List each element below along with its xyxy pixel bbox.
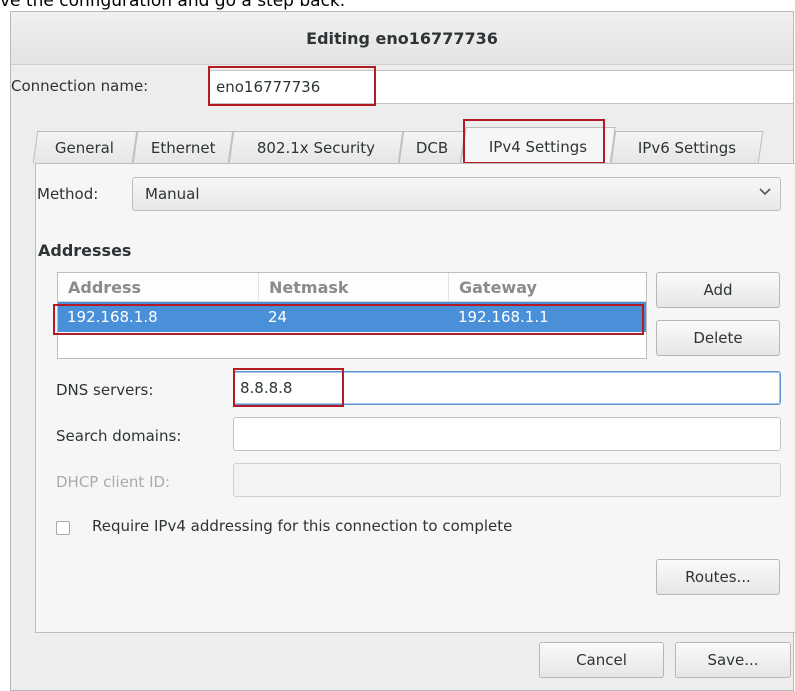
dhcp-client-id-label: DHCP client ID:: [56, 473, 171, 491]
tab-ipv4-settings[interactable]: IPv4 Settings: [460, 127, 616, 165]
add-address-button[interactable]: Add: [656, 272, 780, 308]
cancel-button[interactable]: Cancel: [539, 642, 664, 678]
save-button[interactable]: Save...: [675, 642, 791, 678]
addresses-title: Addresses: [38, 241, 132, 260]
connection-name-value: eno16777736: [216, 78, 321, 96]
require-ipv4-label[interactable]: Require IPv4 addressing for this connect…: [92, 517, 512, 535]
column-header-address[interactable]: Address: [58, 273, 259, 301]
address-cell: 192.168.1.8: [67, 308, 158, 326]
dhcp-client-id-input: [233, 463, 781, 497]
delete-address-button[interactable]: Delete: [656, 320, 780, 356]
routes-button[interactable]: Routes...: [656, 559, 780, 595]
tab-general[interactable]: General: [32, 131, 138, 163]
tab-ipv6-settings[interactable]: IPv6 Settings: [610, 131, 764, 163]
dns-servers-input[interactable]: 8.8.8.8: [233, 371, 781, 405]
instruction-caption: ve the configuration and go a step back.: [0, 0, 346, 11]
dns-servers-label: DNS servers:: [56, 381, 154, 399]
dialog-titlebar: Editing eno16777736: [11, 12, 793, 65]
gateway-cell: 192.168.1.1: [458, 308, 549, 326]
method-label: Method:: [37, 185, 99, 203]
dns-servers-value: 8.8.8.8: [240, 379, 293, 397]
search-domains-input[interactable]: [233, 417, 781, 451]
column-header-netmask[interactable]: Netmask: [259, 273, 449, 301]
tab-ethernet[interactable]: Ethernet: [132, 131, 234, 163]
table-row[interactable]: 192.168.1.8 24 192.168.1.1: [58, 302, 646, 332]
netmask-cell: 24: [268, 308, 288, 326]
connection-name-input[interactable]: eno16777736: [209, 70, 793, 104]
addresses-table-header: Address Netmask Gateway: [58, 273, 646, 302]
column-header-gateway[interactable]: Gateway: [449, 273, 646, 301]
chevron-down-icon: [759, 188, 771, 196]
method-dropdown[interactable]: Manual: [132, 177, 781, 211]
connection-name-label: Connection name:: [11, 77, 149, 95]
edit-connection-dialog: Editing eno16777736 Connection name: eno…: [10, 11, 795, 691]
tab-dcb[interactable]: DCB: [398, 131, 466, 163]
addresses-table: Address Netmask Gateway 192.168.1.8 24 1…: [57, 272, 647, 359]
dialog-title: Editing eno16777736: [306, 28, 498, 48]
tab-8021x-security[interactable]: 802.1x Security: [228, 131, 404, 163]
require-ipv4-checkbox[interactable]: [56, 521, 70, 535]
search-domains-label: Search domains:: [56, 427, 182, 445]
method-value: Manual: [145, 185, 200, 203]
